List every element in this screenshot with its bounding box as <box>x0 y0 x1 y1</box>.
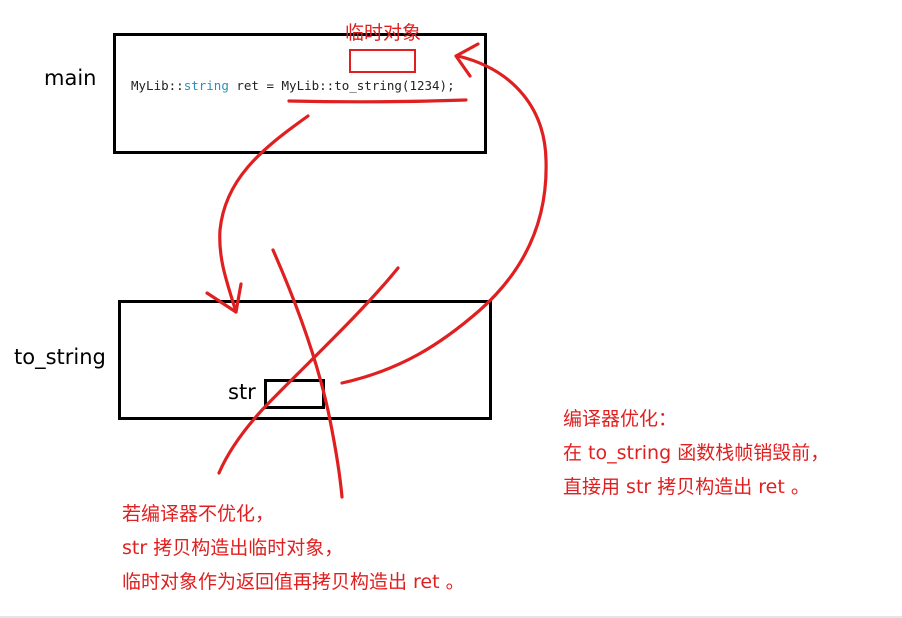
note-opt-line-2: 在 to_string 函数栈帧销毁前， <box>563 442 830 464</box>
note-no-opt-line-2: str 拷贝构造出临时对象， <box>122 537 344 559</box>
note-opt-line-1: 编译器优化： <box>563 408 678 430</box>
call-underline <box>287 98 468 104</box>
optimized-arrow <box>340 54 548 385</box>
note-no-opt-line-1: 若编译器不优化， <box>122 503 275 525</box>
note-without-optimization: 若编译器不优化， str 拷贝构造出临时对象， 临时对象作为返回值再拷贝构造出 … <box>122 497 465 599</box>
cross-stroke-1 <box>271 248 344 499</box>
note-with-optimization: 编译器优化： 在 to_string 函数栈帧销毁前， 直接用 str 拷贝构造… <box>563 402 829 504</box>
call-arrow-head <box>205 282 243 314</box>
note-no-opt-line-3: 临时对象作为返回值再拷贝构造出 ret 。 <box>122 571 465 593</box>
call-arrow <box>218 114 310 314</box>
cross-stroke-2 <box>217 266 400 475</box>
note-opt-line-3: 直接用 str 拷贝构造出 ret 。 <box>563 476 810 498</box>
